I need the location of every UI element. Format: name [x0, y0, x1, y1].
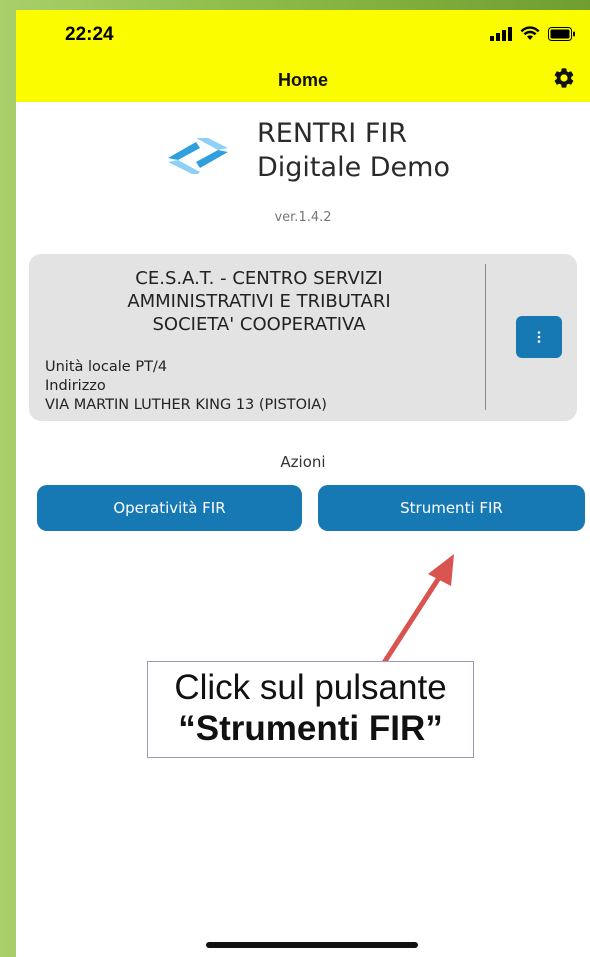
company-details: Unità locale PT/4 Indirizzo VIA MARTIN L… [45, 358, 327, 415]
company-card: CE.S.A.T. - CENTRO SERVIZI AMMINISTRATIV… [29, 254, 577, 421]
address-value: VIA MARTIN LUTHER KING 13 (PISTOIA) [45, 397, 327, 413]
home-indicator [206, 942, 418, 948]
card-divider [485, 264, 486, 410]
annotation-arrow [375, 554, 454, 675]
app-name-line2: Digitale Demo [257, 152, 450, 183]
status-icons [490, 26, 576, 41]
company-name: CE.S.A.T. - CENTRO SERVIZI AMMINISTRATIV… [39, 267, 479, 336]
more-options-button[interactable] [516, 316, 562, 358]
page-title: Home [277, 70, 328, 90]
annotation-line2: “Strumenti FIR” [178, 709, 443, 748]
strumenti-fir-button[interactable]: Strumenti FIR [318, 485, 585, 531]
app-name-line1: RENTRI FIR [257, 118, 408, 149]
settings-gear-icon[interactable] [552, 66, 576, 90]
actions-label: Azioni [280, 453, 326, 471]
phone-screen: 22:24 Home RENTRI FIR Digitale Demo ver.… [16, 10, 590, 957]
top-bar: 22:24 Home [16, 10, 590, 102]
battery-icon [548, 26, 575, 41]
annotation-callout: Click sul pulsante “Strumenti FIR” [147, 661, 474, 758]
unit-label: Unità locale PT/4 [45, 359, 168, 375]
annotation-line1: Click sul pulsante [174, 668, 447, 707]
operativita-fir-button[interactable]: Operatività FIR [37, 485, 302, 531]
company-name-line1: CE.S.A.T. - CENTRO SERVIZI [135, 268, 383, 289]
app-version: ver.1.4.2 [274, 210, 332, 225]
company-name-line3: SOCIETA' COOPERATIVA [152, 314, 366, 335]
signal-icon [490, 26, 512, 41]
more-vertical-icon [537, 331, 541, 343]
app-logo-icon [168, 138, 228, 174]
app-name: RENTRI FIR Digitale Demo [257, 117, 450, 185]
company-name-line2: AMMINISTRATIVI E TRIBUTARI [127, 291, 391, 312]
wifi-icon [520, 26, 540, 40]
address-label: Indirizzo [45, 378, 106, 394]
status-time: 22:24 [65, 24, 114, 45]
